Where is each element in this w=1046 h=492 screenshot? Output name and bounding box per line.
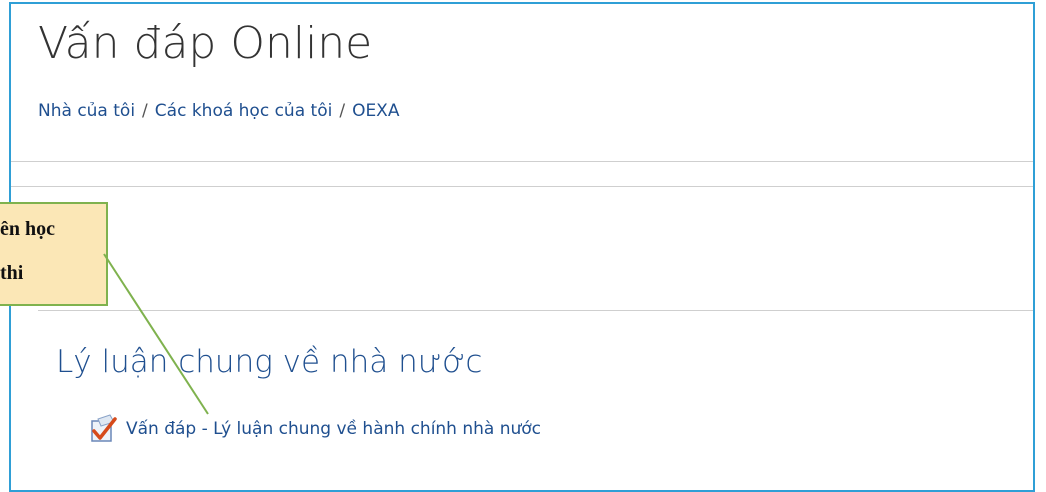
callout-text-line-1: ên học [0, 218, 55, 240]
activity-label: Vấn đáp - Lý luận chung về hành chính nh… [126, 419, 542, 439]
annotation-callout: ên học thi [0, 202, 108, 306]
breadcrumb-separator: / [339, 101, 346, 121]
callout-text-line-2: thi [0, 262, 24, 284]
header-divider [11, 161, 1033, 162]
breadcrumb-item-my-courses[interactable]: Các khoá học của tôi [155, 101, 333, 121]
content-divider [11, 186, 1033, 187]
breadcrumb-separator: / [142, 101, 148, 121]
breadcrumb: Nhà của tôi / Các khoá học của tôi / OEXA [38, 100, 399, 122]
page-title: Vấn đáp Online [38, 18, 373, 69]
section-divider [38, 310, 1033, 311]
quiz-checkbox-icon [88, 414, 118, 444]
section-title: Lý luận chung về nhà nước [56, 344, 483, 380]
activity-link[interactable]: Vấn đáp - Lý luận chung về hành chính nh… [88, 414, 541, 444]
breadcrumb-item-course[interactable]: OEXA [352, 101, 399, 121]
breadcrumb-item-home[interactable]: Nhà của tôi [38, 101, 135, 121]
